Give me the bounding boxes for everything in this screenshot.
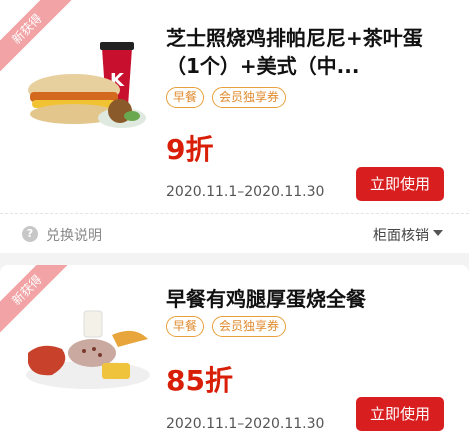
coupon-title: 芝士照烧鸡排帕尼尼+茶叶蛋（1个）+美式（中... (166, 26, 423, 78)
question-circle-icon[interactable]: ? (22, 226, 38, 242)
coupon-image (26, 310, 150, 389)
tag-breakfast: 早餐 (166, 87, 205, 108)
use-now-button[interactable]: 立即使用 (356, 167, 444, 201)
redeem-instructions-link[interactable]: 兑换说明 (46, 225, 102, 245)
coupon-tags: 早餐 会员独享券 (166, 316, 287, 337)
discount-value: 85折 (166, 364, 233, 397)
validity-period: 2020.11.1–2020.11.30 (166, 184, 325, 200)
validity-period: 2020.11.1–2020.11.30 (166, 416, 325, 432)
use-now-button[interactable]: 立即使用 (356, 397, 444, 431)
redeem-info-bar: ? 兑换说明 柜面核销 (0, 213, 469, 253)
coupon-card[interactable]: 新获得 早餐有鸡腿厚蛋烧全餐 早餐 会员独享券 85折 2020.11.1–20… (0, 265, 469, 441)
chevron-down-icon[interactable] (433, 230, 443, 236)
counter-redeem-toggle[interactable]: 柜面核销 (373, 225, 429, 245)
coupon-card[interactable]: 新获得 K 芝士照烧鸡排帕尼尼+茶叶蛋（1个）+美式（中... 早餐 会员独享券… (0, 0, 469, 213)
discount-value: 9折 (166, 133, 214, 166)
coupon-image: K (28, 42, 146, 128)
coupon-tags: 早餐 会员独享券 (166, 87, 287, 108)
tag-member: 会员独享券 (212, 316, 287, 337)
coupon-title: 早餐有鸡腿厚蛋烧全餐 (166, 287, 366, 311)
tag-breakfast: 早餐 (166, 316, 205, 337)
tag-member: 会员独享券 (212, 87, 287, 108)
breakfast-set-icon (26, 310, 150, 389)
